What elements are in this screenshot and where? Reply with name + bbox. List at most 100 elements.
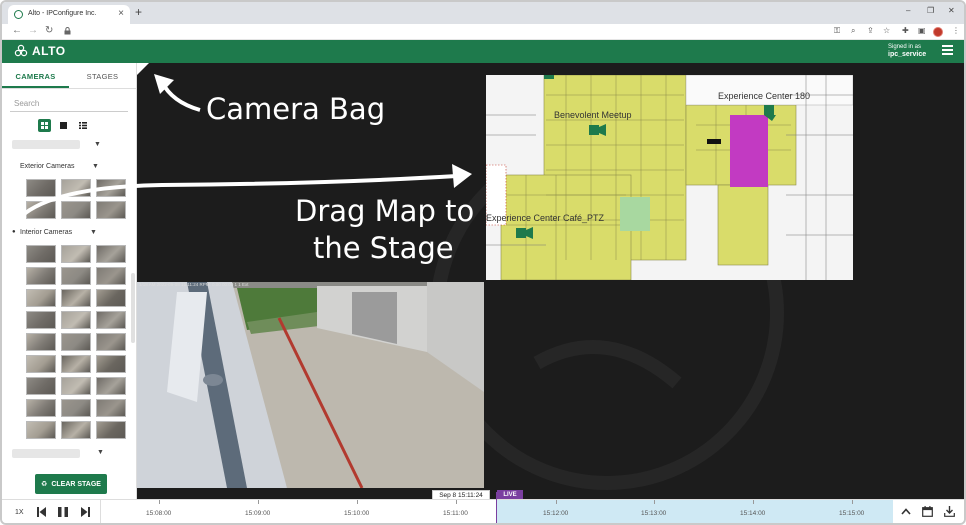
sidepanel-icon[interactable]: ▣ (918, 26, 926, 35)
camera-thumbnail[interactable] (26, 179, 56, 197)
pause-icon[interactable] (58, 507, 68, 517)
camera-bag-toggle[interactable] (137, 63, 149, 75)
camera-thumbnail[interactable] (26, 421, 56, 439)
view-toggle (38, 119, 89, 132)
favicon-icon (14, 10, 23, 19)
forward-icon[interactable]: → (28, 25, 38, 36)
chevron-up-icon[interactable] (901, 508, 911, 515)
camera-thumbnail[interactable] (26, 333, 56, 351)
chevron-down-icon[interactable]: ▼ (92, 163, 99, 170)
hamburger-menu-icon[interactable] (942, 45, 953, 55)
camera-bag-annotation: Camera Bag (206, 92, 386, 126)
tab-title: Alto - IPConfigure Inc. (28, 10, 97, 17)
playback-speed[interactable]: 1X (15, 509, 24, 516)
map-label-experience-center: Experience Center 180 (718, 91, 810, 101)
chevron-down-icon[interactable]: ▼ (90, 229, 97, 236)
camera-thumbnail[interactable] (96, 289, 126, 307)
chevron-down-icon[interactable]: ▼ (97, 449, 104, 456)
maximize-icon[interactable]: ❐ (927, 6, 934, 15)
camera-thumbnail[interactable] (96, 377, 126, 395)
floor-map-panel[interactable]: Benevolent Meetup Experience Center 180 … (486, 75, 853, 280)
url-input[interactable] (76, 27, 816, 37)
camera-thumbnail[interactable] (96, 267, 126, 285)
camera-thumbnail[interactable] (26, 355, 56, 373)
browser-tabstrip: Alto - IPConfigure Inc. × + – ❐ ✕ (2, 2, 964, 24)
extensions-icon[interactable]: ✚ (902, 26, 909, 35)
camera-thumbnail[interactable] (96, 355, 126, 373)
camera-thumbnail[interactable] (96, 421, 126, 439)
collapsed-group-bar[interactable] (12, 140, 80, 149)
more-menu-icon[interactable]: ⋮ (952, 26, 960, 35)
camera-thumbnail[interactable] (61, 399, 91, 417)
zoom-icon[interactable]: ⌕ (851, 26, 855, 36)
download-icon[interactable] (944, 506, 955, 517)
reload-icon[interactable]: ↻ (45, 25, 53, 36)
key-icon[interactable]: ⚿ (834, 26, 840, 36)
alto-logo-icon (14, 44, 28, 57)
sidebar-scrollbar[interactable] (131, 273, 135, 343)
camera-thumbnail[interactable] (96, 245, 126, 263)
timeline-now-marker[interactable] (496, 492, 497, 523)
new-tab-button[interactable]: + (135, 5, 142, 19)
address-bar: ← → ↻ ⚿ ⌕ ⇪ ☆ ✚ ▣ ⋮ (2, 24, 964, 40)
camera-thumbnail[interactable] (61, 333, 91, 351)
camera-thumbnail[interactable] (96, 201, 126, 219)
group-label-interior[interactable]: Interior Cameras (20, 229, 72, 236)
camera-thumbnail[interactable] (61, 201, 91, 219)
clear-stage-button[interactable]: ♻ CLEAR STAGE (35, 474, 107, 494)
list-view-button[interactable] (76, 119, 89, 132)
camera-thumbnail[interactable] (61, 377, 91, 395)
camera-thumbnail[interactable] (96, 333, 126, 351)
camera-thumbnail[interactable] (26, 399, 56, 417)
camera-thumbnail[interactable] (61, 311, 91, 329)
minimize-icon[interactable]: – (906, 6, 910, 15)
tick-label: 15:10:00 (344, 510, 370, 517)
camera-thumbnail[interactable] (26, 245, 56, 263)
group-label-exterior[interactable]: Exterior Cameras (20, 163, 74, 170)
calendar-icon[interactable] (922, 506, 933, 517)
camera-thumbnail[interactable] (26, 289, 56, 307)
tab-stages[interactable]: STAGES (69, 63, 136, 88)
back-icon[interactable]: ← (12, 25, 22, 36)
tick-label: 15:15:00 (839, 510, 865, 517)
camera-thumbnail[interactable] (61, 355, 91, 373)
skip-back-icon[interactable] (37, 507, 46, 517)
bookmark-star-icon[interactable]: ☆ (883, 26, 890, 35)
drag-map-annotation-line2: the Stage (313, 231, 454, 265)
profile-avatar[interactable] (933, 27, 943, 37)
camera-thumbnail[interactable] (96, 399, 126, 417)
share-icon[interactable]: ⇪ (867, 26, 874, 35)
chevron-down-icon[interactable]: ▼ (94, 141, 101, 148)
camera-thumbnail[interactable] (61, 179, 91, 197)
camera-thumbnail[interactable] (96, 179, 126, 197)
signed-in-info: Signed in as ipc_service (888, 43, 926, 59)
camera-feed-image (137, 282, 484, 488)
camera-thumbnail[interactable] (26, 311, 56, 329)
close-window-icon[interactable]: ✕ (948, 6, 955, 15)
grid-view-button[interactable] (38, 119, 51, 132)
search-input[interactable]: Search (14, 99, 39, 108)
timeline-track[interactable]: 15:08:00 15:09:00 15:10:00 15:11:00 15:1… (100, 492, 893, 523)
tick-label: 15:09:00 (245, 510, 271, 517)
app-window: Alto - IPConfigure Inc. × + – ❐ ✕ ← → ↻ … (0, 0, 966, 525)
collapsed-group-bar[interactable] (12, 449, 80, 458)
browser-tab[interactable]: Alto - IPConfigure Inc. × (8, 5, 130, 24)
drag-map-annotation-line1: Drag Map to (295, 194, 475, 228)
camera-thumbnail[interactable] (61, 289, 91, 307)
alto-logo[interactable]: ALTO (14, 44, 66, 58)
skip-forward-icon[interactable] (81, 507, 90, 517)
camera-thumbnail[interactable] (26, 377, 56, 395)
exterior-camera-grid (26, 179, 126, 219)
camera-thumbnail[interactable] (26, 267, 56, 285)
tab-cameras[interactable]: CAMERAS (2, 63, 69, 88)
timeline-bar: 1X 15:08:00 15:09:00 15:10:00 15:11:00 1… (2, 492, 964, 523)
camera-thumbnail[interactable] (61, 245, 91, 263)
signed-in-label: Signed in as (888, 44, 922, 50)
camera-thumbnail[interactable] (26, 201, 56, 219)
camera-thumbnail[interactable] (96, 311, 126, 329)
camera-thumbnail[interactable] (61, 421, 91, 439)
camera-video-panel[interactable]: 1/18 AM 2022-09-08 15:11:24 RPM: 0.00 00… (137, 282, 484, 488)
large-view-button[interactable] (57, 119, 70, 132)
close-tab-icon[interactable]: × (118, 8, 124, 19)
camera-thumbnail[interactable] (61, 267, 91, 285)
